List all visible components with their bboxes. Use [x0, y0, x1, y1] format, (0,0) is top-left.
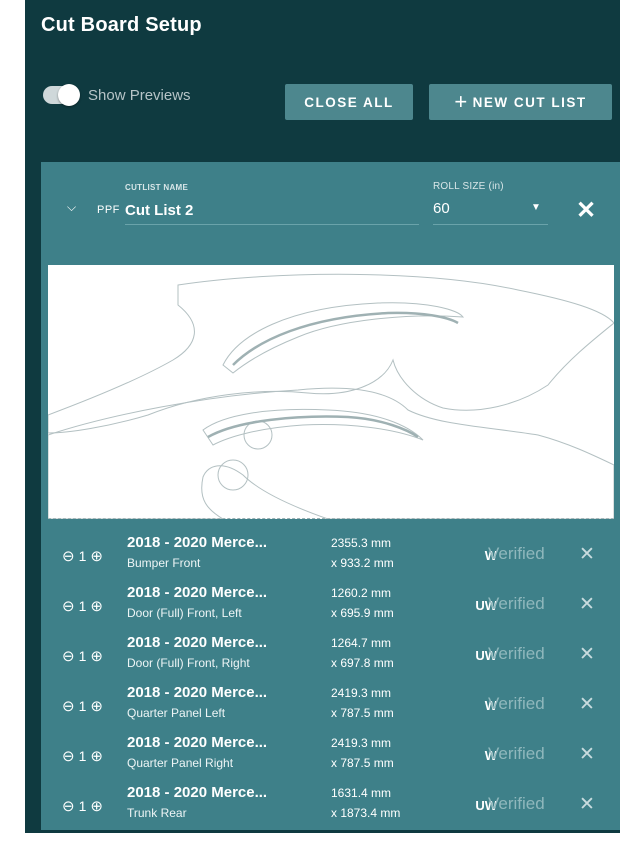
chevron-down-icon[interactable]: ⌵: [67, 200, 76, 215]
new-cut-list-label: NEW CUT LIST: [472, 94, 587, 110]
remove-icon[interactable]: ✕: [579, 693, 595, 716]
item-width: 2419.3 mm: [331, 686, 392, 700]
status-badge: Verified: [488, 544, 545, 563]
item-title: 2018 - 2020 Merce...: [127, 784, 268, 801]
status-badge: Verified: [488, 744, 545, 763]
list-item[interactable]: ⊖ 1 ⊕ 2018 - 2020 Merce... Quarter Panel…: [41, 730, 620, 780]
minus-circle-icon[interactable]: ⊖: [62, 597, 75, 615]
page-title: Cut Board Setup: [41, 14, 202, 36]
quantity-stepper[interactable]: ⊖ 1 ⊕: [62, 547, 103, 565]
remove-icon[interactable]: ✕: [579, 743, 595, 766]
roll-size-select[interactable]: 60: [433, 200, 450, 217]
pattern-outline-lower: [47, 387, 615, 520]
status-badge: Verified: [488, 594, 545, 613]
quantity-value: 1: [78, 748, 87, 764]
quantity-value: 1: [78, 698, 87, 714]
item-height: x 695.9 mm: [331, 606, 394, 620]
minus-circle-icon[interactable]: ⊖: [62, 797, 75, 815]
close-icon[interactable]: ✕: [576, 196, 596, 225]
minus-circle-icon[interactable]: ⊖: [62, 547, 75, 565]
item-part-name: Quarter Panel Left: [127, 706, 226, 720]
item-height: x 1873.4 mm: [331, 806, 401, 820]
cut-preview: [47, 265, 615, 520]
show-previews-label: Show Previews: [88, 86, 191, 104]
item-height: x 697.8 mm: [331, 656, 394, 670]
roll-size-underline: [433, 224, 548, 225]
item-width: 1631.4 mm: [331, 786, 392, 800]
cutlist-name-underline: [125, 224, 419, 225]
cutlist-name-input[interactable]: Cut List 2: [125, 202, 193, 219]
quantity-stepper[interactable]: ⊖ 1 ⊕: [62, 747, 103, 765]
item-part-name: Door (Full) Front, Left: [127, 606, 242, 620]
item-title: 2018 - 2020 Merce...: [127, 634, 268, 651]
minus-circle-icon[interactable]: ⊖: [62, 647, 75, 665]
pattern-outline-upper: [47, 273, 615, 434]
item-part-name: Bumper Front: [127, 556, 201, 570]
roll-size-label: ROLL SIZE (in): [433, 181, 504, 192]
pattern-stripe-upper: [232, 311, 459, 366]
quantity-stepper[interactable]: ⊖ 1 ⊕: [62, 597, 103, 615]
item-part-name: Trunk Rear: [127, 806, 187, 820]
quantity-value: 1: [78, 598, 87, 614]
quantity-value: 1: [78, 798, 87, 814]
quantity-stepper[interactable]: ⊖ 1 ⊕: [62, 697, 103, 715]
item-width: 2355.3 mm: [331, 536, 392, 550]
item-width: 1260.2 mm: [331, 586, 392, 600]
item-height: x 787.5 mm: [331, 706, 394, 720]
item-part-name: Quarter Panel Right: [127, 756, 234, 770]
minus-circle-icon[interactable]: ⊖: [62, 747, 75, 765]
pattern-hole-1: [243, 420, 273, 450]
remove-icon[interactable]: ✕: [579, 643, 595, 666]
item-width: 1264.7 mm: [331, 636, 392, 650]
show-previews-toggle[interactable]: [43, 84, 80, 106]
minus-circle-icon[interactable]: ⊖: [62, 697, 75, 715]
pattern-inner-upper-1: [222, 302, 465, 374]
plus-circle-icon[interactable]: ⊕: [90, 647, 103, 665]
list-item[interactable]: ⊖ 1 ⊕ 2018 - 2020 Merce... Quarter Panel…: [41, 680, 620, 730]
cut-list-panel: ⌵ PPF CUTLIST NAME Cut List 2 ROLL SIZE …: [41, 162, 620, 830]
list-item[interactable]: ⊖ 1 ⊕ 2018 - 2020 Merce... Bumper Front …: [41, 530, 620, 580]
item-height: x 787.5 mm: [331, 756, 394, 770]
item-title: 2018 - 2020 Merce...: [127, 684, 268, 701]
cutlist-name-label: CUTLIST NAME: [125, 183, 189, 192]
list-item[interactable]: ⊖ 1 ⊕ 2018 - 2020 Merce... Trunk Rear 16…: [41, 780, 620, 830]
plus-circle-icon[interactable]: ⊕: [90, 797, 103, 815]
quantity-stepper[interactable]: ⊖ 1 ⊕: [62, 797, 103, 815]
quantity-value: 1: [78, 548, 87, 564]
plus-circle-icon[interactable]: ⊕: [90, 597, 103, 615]
list-item[interactable]: ⊖ 1 ⊕ 2018 - 2020 Merce... Door (Full) F…: [41, 630, 620, 680]
cut-board-setup-window: Cut Board Setup Show Previews CLOSE ALL …: [25, 0, 620, 833]
quantity-stepper[interactable]: ⊖ 1 ⊕: [62, 647, 103, 665]
show-previews-control[interactable]: Show Previews: [43, 84, 191, 106]
plus-circle-icon[interactable]: ⊕: [90, 547, 103, 565]
remove-icon[interactable]: ✕: [579, 793, 595, 816]
remove-icon[interactable]: ✕: [579, 543, 595, 566]
item-title: 2018 - 2020 Merce...: [127, 734, 268, 751]
close-all-label: CLOSE ALL: [304, 94, 394, 110]
cut-pattern-drawing: [47, 273, 615, 520]
list-item[interactable]: ⊖ 1 ⊕ 2018 - 2020 Merce... Door (Full) F…: [41, 580, 620, 630]
quantity-value: 1: [78, 648, 87, 664]
item-title: 2018 - 2020 Merce...: [127, 534, 268, 551]
plus-circle-icon[interactable]: ⊕: [90, 697, 103, 715]
plus-icon: +: [454, 89, 469, 114]
status-badge: Verified: [488, 794, 545, 813]
new-cut-list-button[interactable]: + NEW CUT LIST: [429, 84, 612, 120]
item-width: 2419.3 mm: [331, 736, 392, 750]
close-all-button[interactable]: CLOSE ALL: [285, 84, 413, 120]
material-type: PPF: [97, 204, 120, 216]
item-title: 2018 - 2020 Merce...: [127, 584, 268, 601]
plus-circle-icon[interactable]: ⊕: [90, 747, 103, 765]
toggle-knob[interactable]: [58, 84, 80, 106]
caret-down-icon[interactable]: ▼: [531, 202, 541, 213]
item-part-name: Door (Full) Front, Right: [127, 656, 250, 670]
status-badge: Verified: [488, 644, 545, 663]
item-height: x 933.2 mm: [331, 556, 394, 570]
remove-icon[interactable]: ✕: [579, 593, 595, 616]
status-badge: Verified: [488, 694, 545, 713]
